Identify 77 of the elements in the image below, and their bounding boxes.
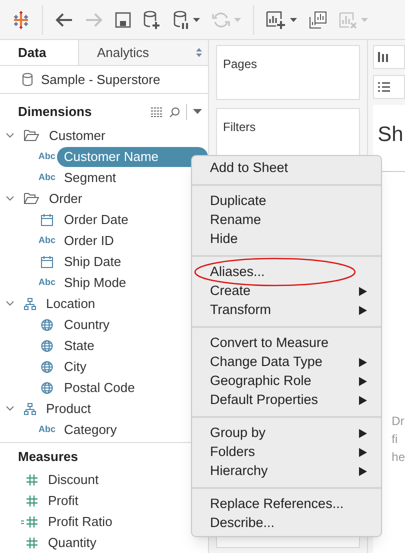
datasource-name[interactable]: Sample - Superstore [41, 70, 160, 90]
submenu-arrow-icon [359, 377, 367, 386]
save-icon[interactable] [115, 12, 131, 28]
menu-item[interactable]: Create [192, 282, 381, 301]
section-title: Measures [17, 448, 79, 466]
field-pill[interactable]: Profit Ratio [48, 512, 112, 532]
shelf-title: Filters [223, 120, 256, 134]
menu-item[interactable]: Hide [192, 230, 381, 249]
data-type-label: Abc [38, 422, 56, 436]
menu-item[interactable]: Folders [192, 443, 381, 462]
search-icon[interactable] [169, 106, 180, 118]
list-view-icon[interactable] [151, 107, 163, 118]
sort-arrows-icon [196, 48, 202, 57]
field-pill[interactable]: Discount [48, 470, 99, 490]
menu-item[interactable]: Duplicate [192, 192, 381, 211]
caret-icon[interactable] [193, 18, 200, 22]
submenu-arrow-icon [359, 396, 367, 405]
field-pill[interactable]: Country [57, 314, 117, 334]
drop-hint-text: fi [392, 430, 399, 448]
submenu-arrow-icon [359, 358, 367, 367]
submenu-arrow-icon [359, 429, 367, 438]
drop-hint-text: he [392, 448, 405, 466]
menu-item[interactable]: Group by [192, 424, 381, 443]
menu-item[interactable]: Default Properties [192, 391, 381, 410]
pane-tab[interactable]: Analytics [78, 40, 208, 65]
chevron-icon[interactable] [6, 133, 14, 138]
field-pill[interactable]: Segment [57, 168, 124, 188]
field-pill[interactable]: Category [57, 420, 124, 440]
menu-item[interactable]: Convert to Measure [192, 334, 381, 353]
field-pill[interactable]: Profit [48, 490, 78, 510]
field-pill[interactable]: City [57, 356, 94, 376]
folder-label[interactable]: Order [49, 188, 82, 208]
data-type-label: Abc [38, 170, 56, 184]
database-plus-icon[interactable] [143, 10, 161, 30]
section-title: Dimensions [18, 103, 93, 122]
menu-item[interactable]: Hierarchy [192, 462, 381, 481]
field-pill[interactable]: Customer Name [56, 146, 208, 166]
tableau-logo-icon[interactable] [12, 10, 30, 28]
chevron-icon[interactable] [6, 301, 14, 306]
submenu-arrow-icon [359, 287, 367, 296]
back-arrow-icon[interactable] [55, 12, 73, 28]
sheet-title: Sh [378, 122, 404, 148]
database-icon [22, 73, 33, 86]
field-pill[interactable]: Ship Date [57, 252, 128, 272]
database-pause-icon[interactable] [173, 10, 189, 30]
data-type-label: Abc [38, 150, 56, 163]
menu-item[interactable]: Rename [192, 211, 381, 230]
caret-icon[interactable] [290, 18, 297, 22]
columns-icon [378, 51, 388, 63]
field-pill[interactable]: Postal Code [57, 378, 142, 398]
folder-label[interactable]: Location [46, 294, 96, 314]
field-pill[interactable]: State [57, 336, 102, 356]
submenu-arrow-icon [359, 306, 367, 315]
field-pill[interactable]: Quantity [48, 532, 96, 552]
bar-chart-plus-icon[interactable] [266, 10, 286, 30]
menu-item[interactable]: Describe... [192, 514, 381, 533]
menu-item[interactable]: Change Data Type [192, 353, 381, 372]
menu-item[interactable]: Aliases... [192, 263, 381, 282]
menu-item[interactable]: Transform [192, 301, 381, 320]
menu-item[interactable]: Geographic Role [192, 372, 381, 391]
field-pill[interactable]: Ship Mode [57, 272, 134, 292]
field-pill[interactable]: Order ID [57, 230, 121, 250]
chevron-icon[interactable] [6, 406, 14, 411]
rows-icon [378, 82, 390, 92]
menu-item[interactable]: Replace References... [192, 495, 381, 514]
folder-label[interactable]: Customer [49, 126, 106, 146]
chevron-icon[interactable] [6, 196, 14, 201]
submenu-arrow-icon [359, 448, 367, 457]
field-pill[interactable]: Order Date [57, 210, 136, 230]
data-type-label: Abc [38, 276, 56, 289]
duplicate-sheet-icon[interactable] [309, 10, 327, 28]
submenu-arrow-icon [359, 467, 367, 476]
shelf-title: Pages [223, 57, 258, 71]
caret-icon[interactable] [193, 109, 202, 116]
drop-hint-text: Dr [392, 412, 405, 430]
data-type-label: Abc [38, 234, 56, 247]
folder-label[interactable]: Product [46, 398, 91, 418]
